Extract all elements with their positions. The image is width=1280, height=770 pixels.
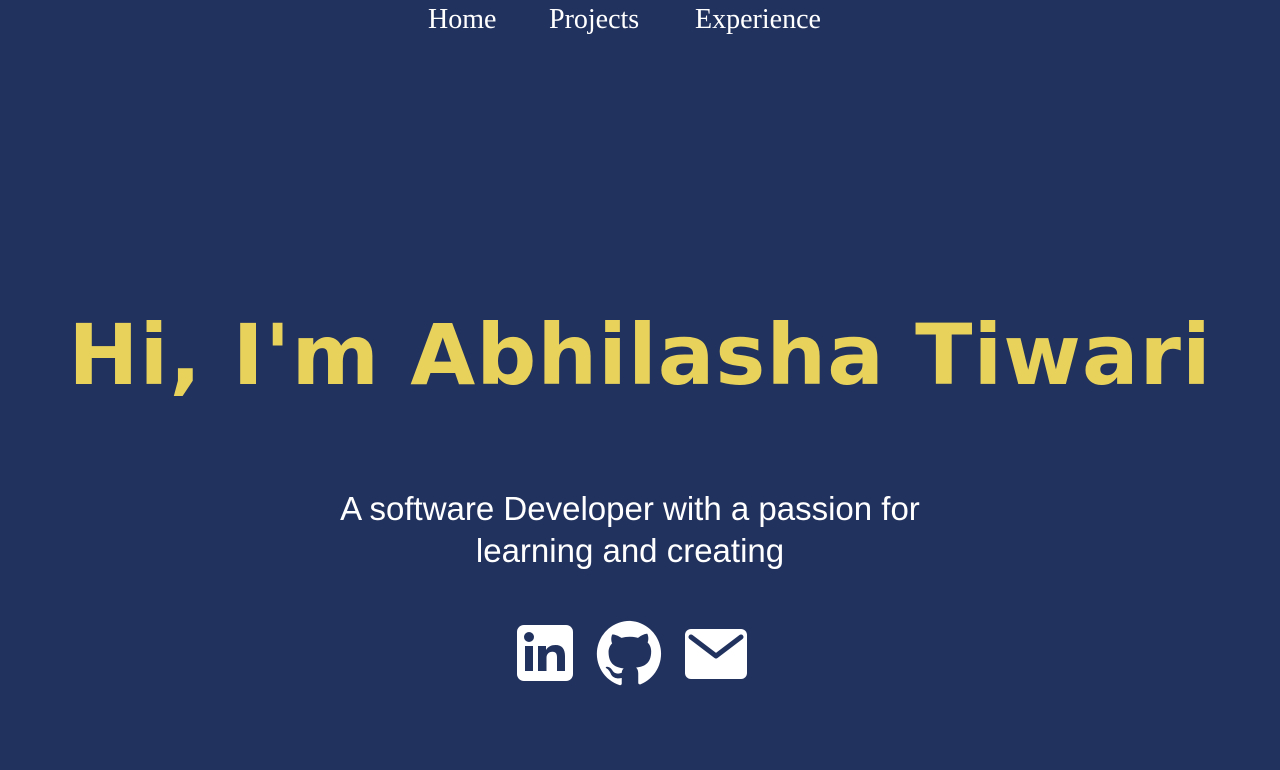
- top-navigation: Home Projects Experience: [0, 0, 1280, 44]
- nav-link-projects[interactable]: Projects: [549, 3, 639, 37]
- mail-icon[interactable]: [684, 628, 748, 680]
- github-icon[interactable]: [596, 620, 664, 686]
- hero-title: Hi, I'm Abhilasha Tiwari: [68, 306, 1212, 404]
- linkedin-icon[interactable]: [516, 624, 574, 682]
- nav-link-home[interactable]: Home: [428, 3, 496, 37]
- social-links: [0, 620, 1280, 686]
- nav-link-experience[interactable]: Experience: [695, 3, 821, 37]
- hero-subtitle: A software Developer with a passion for …: [340, 490, 920, 569]
